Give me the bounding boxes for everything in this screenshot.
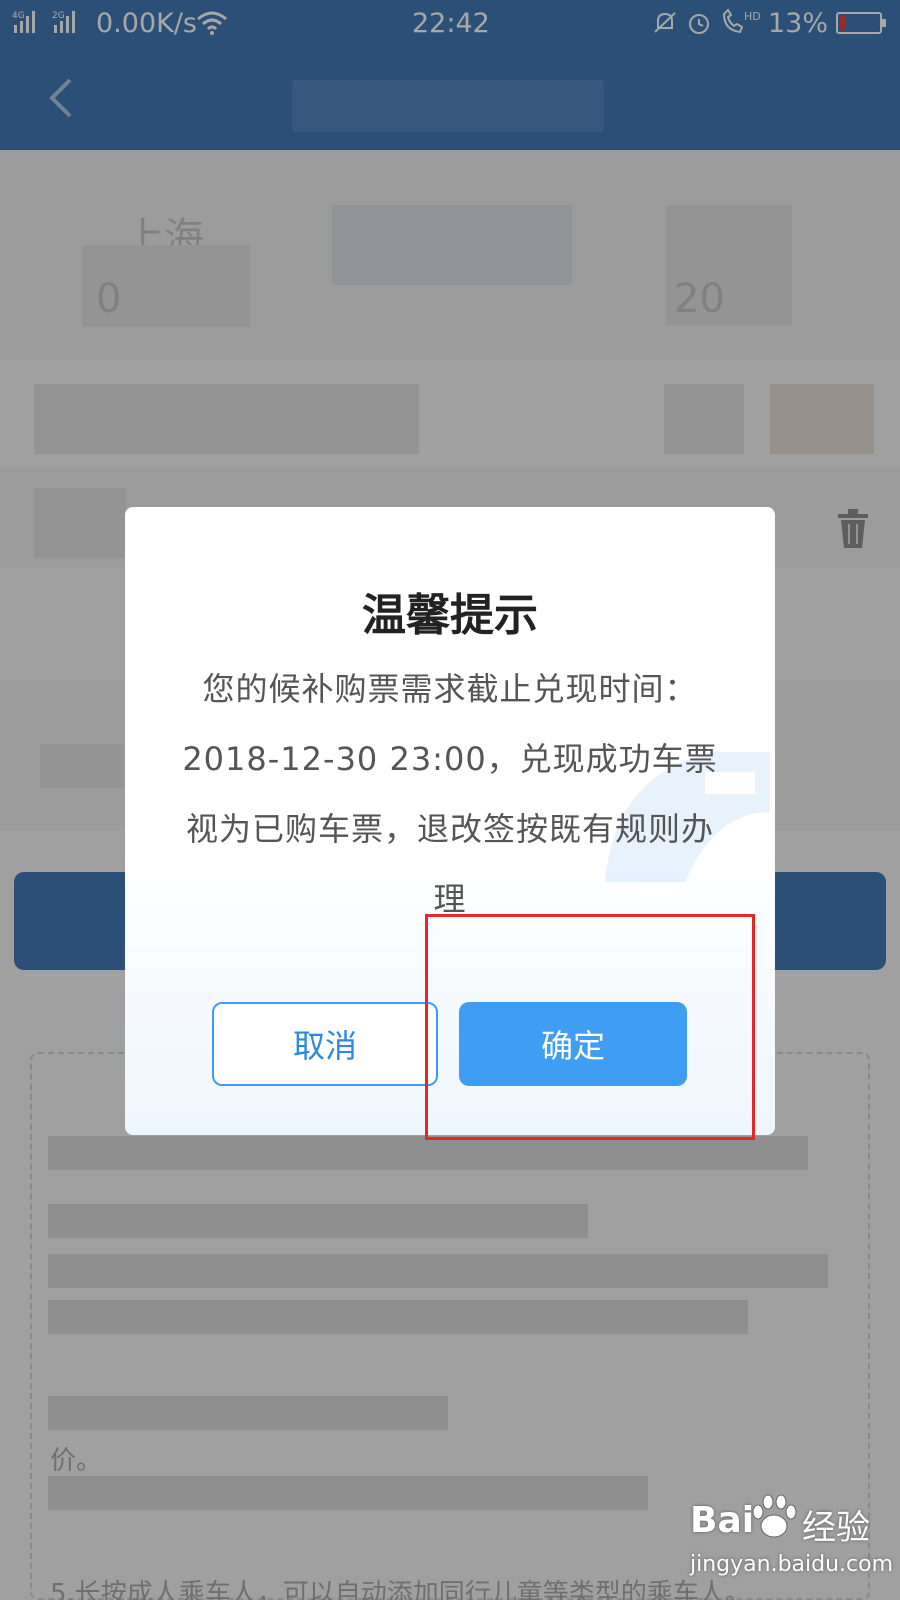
dialog-title: 温馨提示 [362, 590, 538, 641]
watermark-label: 经验 [802, 1508, 870, 1548]
watermark-url: jingyan.baidu.com [690, 1552, 894, 1577]
dialog-message-line: 视为已购车票，退改签按既有规则办 [185, 810, 714, 848]
dialog-message-line: 您的候补购票需求截止兑现时间： [202, 670, 698, 708]
dialog-message: 您的候补购票需求截止兑现时间： 2018-12-30 23:00，兑现成功车票 … [147, 654, 753, 934]
watermark-brand: Bai [690, 1500, 755, 1541]
paw-icon [752, 1494, 797, 1538]
cancel-button[interactable]: 取消 [212, 1002, 438, 1086]
dialog-message-line: 2018-12-30 23:00，兑现成功车票 [182, 740, 718, 778]
highlight-annotation [425, 914, 755, 1140]
baidu-jingyan-watermark: Bai 经验 jingyan.baidu.com [690, 1494, 894, 1590]
